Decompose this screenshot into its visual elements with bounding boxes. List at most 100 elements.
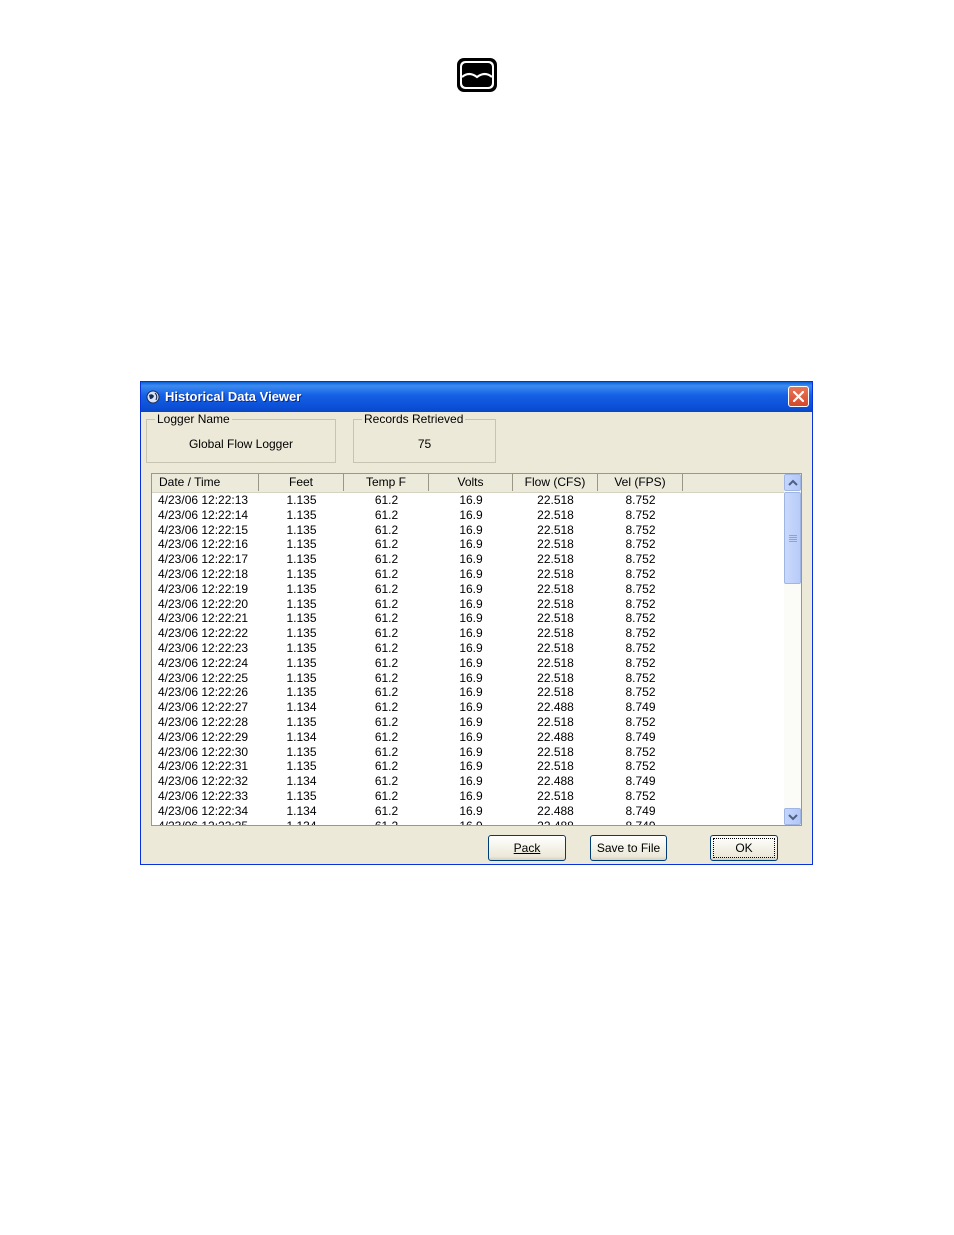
cell-temp-f: 61.2 <box>374 759 399 774</box>
close-button[interactable] <box>788 386 809 407</box>
cell-date-time: 4/23/06 12:22:31 <box>158 759 249 774</box>
table-row[interactable]: 4/23/06 12:22:16 1.135 61.2 16.9 22.518 8.752 <box>152 537 784 552</box>
cell-volts: 16.9 <box>459 714 483 729</box>
cell-flow-cfs: 22.518 <box>537 714 574 729</box>
cell-date-time: 4/23/06 12:22:17 <box>158 552 249 567</box>
column-header-vel-fps[interactable]: Vel (FPS) <box>598 474 683 491</box>
cell-flow-cfs: 22.488 <box>537 774 574 789</box>
scroll-up-button[interactable] <box>784 474 801 491</box>
cell-temp-f: 61.2 <box>374 522 399 537</box>
cell-volts: 16.9 <box>459 788 483 803</box>
scrollbar-thumb[interactable] <box>784 492 801 584</box>
column-header-volts[interactable]: Volts <box>429 474 513 491</box>
cell-feet: 1.135 <box>286 581 317 596</box>
cell-date-time: 4/23/06 12:22:23 <box>158 640 249 655</box>
cell-vel-fps: 8.749 <box>625 818 656 826</box>
column-header-temp-f[interactable]: Temp F <box>344 474 429 491</box>
cell-feet: 1.135 <box>286 611 317 626</box>
table-row[interactable]: 4/23/06 12:22:24 1.135 61.2 16.9 22.518 8.752 <box>152 656 784 671</box>
cell-temp-f: 61.2 <box>374 655 399 670</box>
logger-name-label: Logger Name <box>155 412 232 426</box>
table-row[interactable]: 4/23/06 12:22:17 1.135 61.2 16.9 22.518 8.752 <box>152 552 784 567</box>
cell-temp-f: 61.2 <box>374 537 399 552</box>
cell-flow-cfs: 22.488 <box>537 803 574 818</box>
cell-date-time: 4/23/06 12:22:34 <box>158 803 249 818</box>
table-row[interactable]: 4/23/06 12:22:28 1.135 61.2 16.9 22.518 8.752 <box>152 715 784 730</box>
ok-button[interactable]: OK <box>710 835 778 861</box>
cell-feet: 1.135 <box>286 759 317 774</box>
column-header-feet[interactable]: Feet <box>259 474 344 491</box>
cell-date-time: 4/23/06 12:22:32 <box>158 774 249 789</box>
table-row[interactable]: 4/23/06 12:22:22 1.135 61.2 16.9 22.518 8.752 <box>152 626 784 641</box>
table-row[interactable]: 4/23/06 12:22:19 1.135 61.2 16.9 22.518 8.752 <box>152 582 784 597</box>
table-row[interactable]: 4/23/06 12:22:33 1.135 61.2 16.9 22.518 8.752 <box>152 789 784 804</box>
cell-flow-cfs: 22.518 <box>537 507 574 522</box>
table-row[interactable]: 4/23/06 12:22:20 1.135 61.2 16.9 22.518 8.752 <box>152 597 784 612</box>
cell-date-time: 4/23/06 12:22:15 <box>158 522 249 537</box>
logger-name-value: Global Flow Logger <box>188 437 294 451</box>
cell-flow-cfs: 22.518 <box>537 493 574 507</box>
table-row[interactable]: 4/23/06 12:22:25 1.135 61.2 16.9 22.518 8.752 <box>152 671 784 686</box>
ok-button-label: OK <box>735 841 753 855</box>
cell-flow-cfs: 22.518 <box>537 788 574 803</box>
scroll-down-button[interactable] <box>784 808 801 825</box>
cell-temp-f: 61.2 <box>374 507 399 522</box>
cell-flow-cfs: 22.518 <box>537 552 574 567</box>
cell-vel-fps: 8.752 <box>625 714 656 729</box>
column-header-date-time[interactable]: Date / Time <box>152 474 259 491</box>
table-row[interactable]: 4/23/06 12:22:27 1.134 61.2 16.9 22.488 8.749 <box>152 700 784 715</box>
table-row[interactable]: 4/23/06 12:22:30 1.135 61.2 16.9 22.518 8.752 <box>152 745 784 760</box>
table-row[interactable]: 4/23/06 12:22:14 1.135 61.2 16.9 22.518 8.752 <box>152 508 784 523</box>
cell-temp-f: 61.2 <box>374 803 399 818</box>
cell-feet: 1.135 <box>286 537 317 552</box>
cell-vel-fps: 8.752 <box>625 537 656 552</box>
cell-feet: 1.135 <box>286 507 317 522</box>
cell-volts: 16.9 <box>459 522 483 537</box>
cell-flow-cfs: 22.488 <box>537 729 574 744</box>
cell-temp-f: 61.2 <box>374 788 399 803</box>
save-to-file-button[interactable]: Save to File <box>590 835 667 861</box>
column-header-flow-cfs[interactable]: Flow (CFS) <box>513 474 598 491</box>
cell-date-time: 4/23/06 12:22:16 <box>158 537 249 552</box>
cell-temp-f: 61.2 <box>374 685 399 700</box>
cell-flow-cfs: 22.518 <box>537 670 574 685</box>
cell-flow-cfs: 22.518 <box>537 566 574 581</box>
table-row[interactable]: 4/23/06 12:22:31 1.135 61.2 16.9 22.518 8.752 <box>152 759 784 774</box>
cell-vel-fps: 8.752 <box>625 788 656 803</box>
table-row[interactable]: 4/23/06 12:22:21 1.135 61.2 16.9 22.518 8.752 <box>152 611 784 626</box>
data-list-view[interactable]: Date / Time Feet Temp F Volts Flow (CFS)… <box>151 473 802 826</box>
vertical-scrollbar[interactable] <box>784 474 801 825</box>
table-row[interactable]: 4/23/06 12:22:34 1.134 61.2 16.9 22.488 8.749 <box>152 804 784 819</box>
cell-vel-fps: 8.752 <box>625 655 656 670</box>
table-row[interactable]: 4/23/06 12:22:29 1.134 61.2 16.9 22.488 8.749 <box>152 730 784 745</box>
table-row[interactable]: 4/23/06 12:22:26 1.135 61.2 16.9 22.518 8.752 <box>152 685 784 700</box>
cell-volts: 16.9 <box>459 700 483 715</box>
cell-date-time: 4/23/06 12:22:19 <box>158 581 249 596</box>
cell-vel-fps: 8.752 <box>625 685 656 700</box>
cell-flow-cfs: 22.518 <box>537 655 574 670</box>
cell-volts: 16.9 <box>459 596 483 611</box>
title-bar[interactable]: Historical Data Viewer <box>141 382 812 412</box>
cell-date-time: 4/23/06 12:22:30 <box>158 744 249 759</box>
table-row[interactable]: 4/23/06 12:22:13 1.135 61.2 16.9 22.518 8.752 <box>152 493 784 508</box>
cell-temp-f: 61.2 <box>374 552 399 567</box>
company-logo <box>456 57 498 93</box>
cell-feet: 1.135 <box>286 788 317 803</box>
table-row[interactable]: 4/23/06 12:22:23 1.135 61.2 16.9 22.518 8.752 <box>152 641 784 656</box>
cell-flow-cfs: 22.488 <box>537 700 574 715</box>
table-row[interactable]: 4/23/06 12:22:18 1.135 61.2 16.9 22.518 8.752 <box>152 567 784 582</box>
cell-vel-fps: 8.749 <box>625 729 656 744</box>
table-row[interactable]: 4/23/06 12:22:35 1.134 61.2 16.9 22.488 8.749 <box>152 818 784 826</box>
cell-volts: 16.9 <box>459 493 483 507</box>
pack-button[interactable]: Pack <box>488 835 566 861</box>
table-row[interactable]: 4/23/06 12:22:15 1.135 61.2 16.9 22.518 8.752 <box>152 523 784 538</box>
cell-flow-cfs: 22.518 <box>537 685 574 700</box>
cell-feet: 1.134 <box>286 774 317 789</box>
cell-date-time: 4/23/06 12:22:25 <box>158 670 249 685</box>
cell-vel-fps: 8.752 <box>625 566 656 581</box>
cell-vel-fps: 8.752 <box>625 744 656 759</box>
cell-vel-fps: 8.752 <box>625 640 656 655</box>
list-rows: 4/23/06 12:22:13 1.135 61.2 16.9 22.518 8.752… <box>152 493 784 826</box>
cell-temp-f: 61.2 <box>374 818 399 826</box>
table-row[interactable]: 4/23/06 12:22:32 1.134 61.2 16.9 22.488 8.749 <box>152 774 784 789</box>
